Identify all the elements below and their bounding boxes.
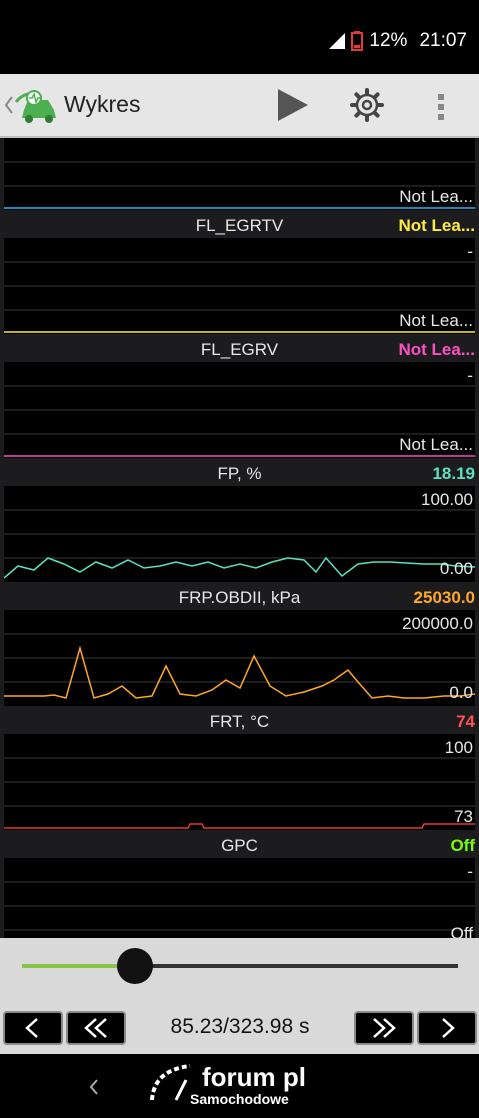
chart-current-value: Not Lea...	[398, 340, 475, 359]
timeline-slider[interactable]	[22, 964, 458, 968]
y-axis-min-label: Off	[450, 924, 473, 938]
clock: 21:07	[419, 30, 467, 51]
chart-header: FRT, °C 74	[0, 710, 479, 734]
chart-plot: - Off	[4, 858, 475, 938]
y-axis-min-label: 0.00	[439, 559, 473, 578]
battery-icon	[351, 31, 364, 51]
step-back-button[interactable]	[3, 1011, 63, 1045]
chart-panel-frp-obdii: FRP.OBDII, kPa 25030.0 200000.0 0.0	[0, 586, 479, 710]
chart-title: FRT, °C	[209, 712, 270, 731]
y-axis-min-label: 73	[454, 807, 473, 826]
chart-panel-gpc: GPC Off - Off	[0, 834, 479, 938]
y-axis-max-label: 100	[444, 738, 473, 757]
status-bar: 12% 21:07	[0, 0, 479, 74]
page-title: Wykres	[64, 91, 141, 117]
y-axis-min-label: Not Lea...	[399, 311, 473, 330]
charts-list[interactable]: Not Lea... FL_EGRTV Not Lea... - Not Lea…	[0, 138, 479, 938]
chart-panel-fp: FP, % 18.19 100.00 0.00	[0, 462, 479, 586]
chart-line	[4, 556, 475, 579]
chart-panel-frt: FRT, °C 74 100 73	[0, 710, 479, 834]
fast-forward-button[interactable]	[354, 1011, 414, 1045]
y-axis-min-label: Not Lea...	[399, 435, 473, 454]
chart-header: FRP.OBDII, kPa 25030.0	[0, 586, 479, 610]
chart-plot: - Not Lea...	[4, 238, 475, 334]
chart-current-value: Not Lea...	[398, 216, 475, 235]
chart-line	[4, 823, 475, 829]
back-chevron-icon[interactable]	[4, 96, 14, 114]
chart-plot: 100 73	[4, 734, 475, 830]
chart-plot: - Not Lea...	[4, 362, 475, 458]
chevron-left-icon	[25, 1018, 38, 1038]
overflow-menu-icon[interactable]	[436, 92, 446, 122]
rewind-button[interactable]	[66, 1011, 126, 1045]
timeline-slider-thumb[interactable]	[117, 948, 154, 984]
car-diagnostic-logo-icon	[14, 90, 56, 123]
y-axis-min-label: Not Lea...	[399, 187, 473, 206]
playback-time: 85.23/323.98 s	[170, 1015, 310, 1038]
double-chevron-left-icon	[84, 1018, 107, 1038]
gear-icon[interactable]	[350, 88, 384, 122]
y-axis-max-label: 100.00	[421, 490, 473, 509]
chart-plot: Not Lea...	[4, 138, 475, 210]
y-axis-max-label: -	[467, 242, 473, 261]
chart-current-value: 25030.0	[413, 588, 475, 607]
chart-header: FP, % 18.19	[0, 462, 479, 486]
chart-plot: 200000.0 0.0	[4, 610, 475, 706]
chart-panel-fl-egrtv: FL_EGRTV Not Lea... - Not Lea...	[0, 214, 479, 338]
system-navigation-bar: forum pl Samochodowe	[0, 1054, 479, 1118]
chart-header: GPC Off	[0, 834, 479, 858]
chart-current-value: Off	[450, 836, 475, 855]
app-bar: Wykres	[0, 74, 479, 138]
y-axis-max-label: 200000.0	[402, 614, 473, 633]
forum-samochodowe-logo: forum pl Samochodowe	[150, 1062, 306, 1107]
y-axis-max-label: -	[467, 862, 473, 881]
step-forward-button[interactable]	[417, 1011, 477, 1045]
chart-header: FL_EGRTV Not Lea...	[0, 214, 479, 238]
playback-controls: 85.23/323.98 s	[0, 938, 479, 1054]
chevron-right-icon	[442, 1018, 455, 1038]
chart-title: FRP.OBDII, kPa	[178, 588, 301, 607]
signal-icon	[329, 33, 346, 49]
y-axis-max-label: -	[467, 366, 473, 385]
chart-title: FP, %	[217, 464, 262, 483]
chart-panel-fl-egrv: FL_EGRV Not Lea... - Not Lea...	[0, 338, 479, 462]
chart-line	[4, 645, 475, 699]
y-axis-min-label: 0.0	[449, 683, 473, 702]
battery-percent: 12%	[369, 30, 408, 51]
chart-title: GPC	[221, 836, 258, 855]
chart-header: FL_EGRV Not Lea...	[0, 338, 479, 362]
chart-panel: Not Lea...	[0, 138, 479, 214]
chart-plot: 100.00 0.00	[4, 486, 475, 582]
chart-current-value: 18.19	[432, 464, 475, 483]
chart-current-value: 74	[456, 712, 475, 731]
nav-back-icon[interactable]	[88, 1078, 100, 1096]
double-chevron-right-icon	[373, 1018, 396, 1038]
svg-text:forum pl: forum pl	[202, 1062, 306, 1092]
svg-text:Samochodowe: Samochodowe	[190, 1091, 289, 1107]
play-icon[interactable]	[276, 88, 310, 122]
